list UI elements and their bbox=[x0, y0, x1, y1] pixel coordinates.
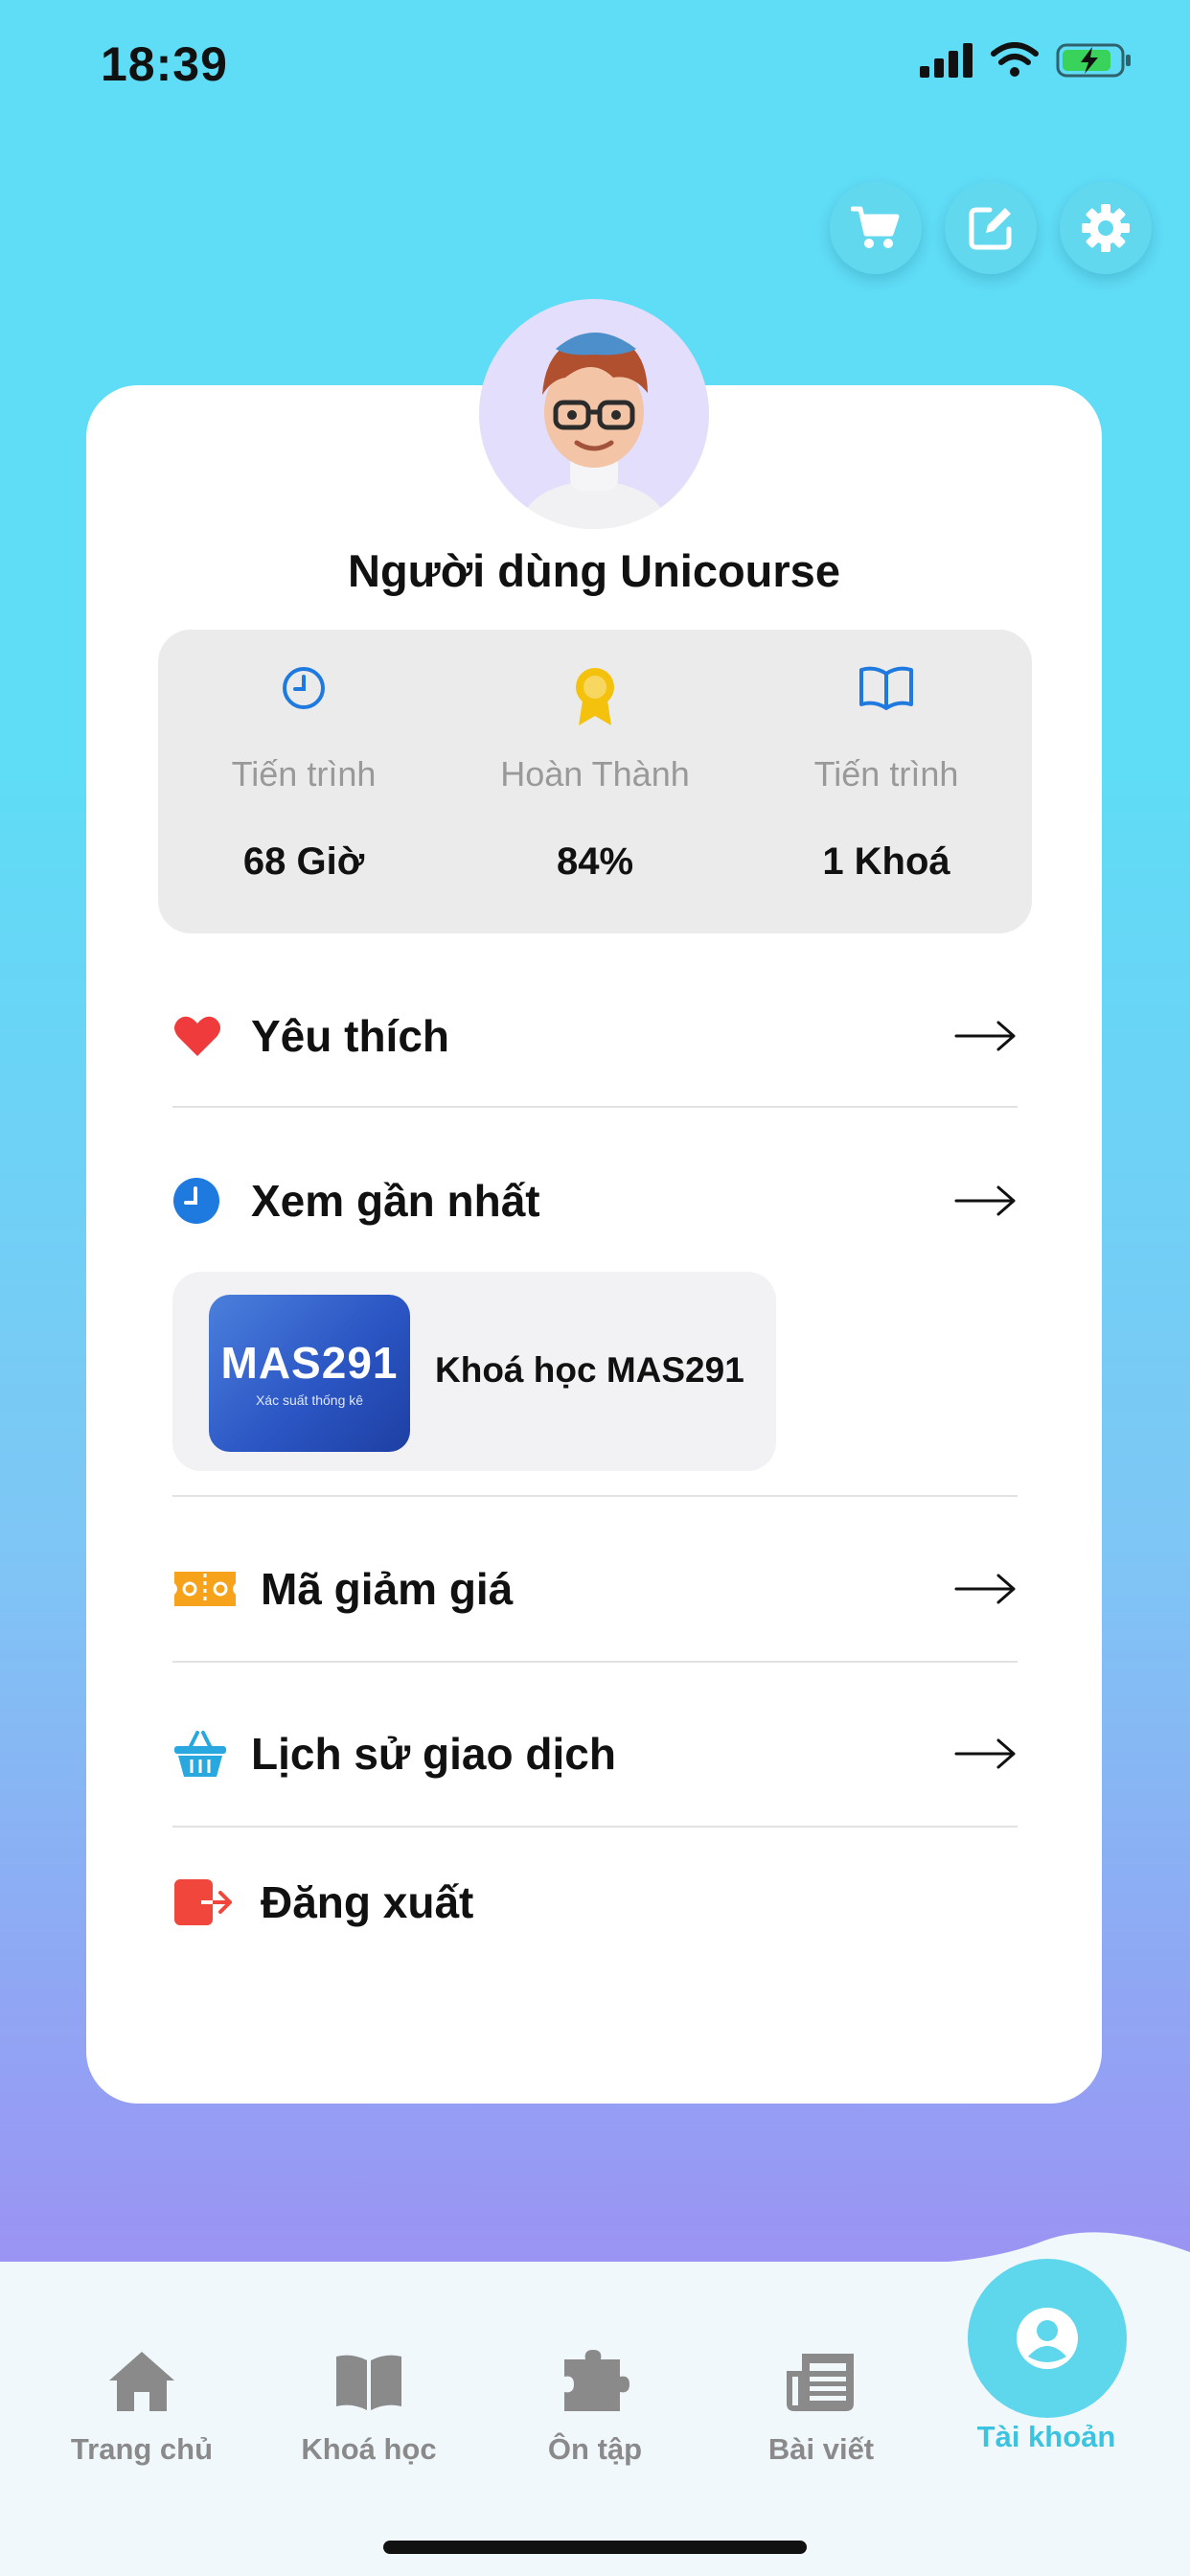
divider bbox=[172, 1106, 1018, 1108]
stat-label: Tiến trình bbox=[813, 754, 959, 794]
award-ribbon-icon bbox=[576, 668, 614, 725]
home-indicator bbox=[383, 2541, 807, 2554]
status-bar: 18:39 bbox=[0, 0, 1190, 134]
stats-panel: Tiến trình 68 Giờ Hoàn Thành 84% Tiến tr… bbox=[158, 630, 1032, 933]
gear-icon bbox=[1082, 204, 1130, 252]
cart-icon bbox=[851, 206, 900, 248]
arrow-right-icon bbox=[954, 1738, 1016, 1769]
stat-label: Hoàn Thành bbox=[500, 754, 690, 794]
newspaper-icon bbox=[787, 2354, 854, 2411]
status-icons bbox=[920, 42, 1133, 79]
status-time: 18:39 bbox=[101, 37, 228, 91]
cart-button[interactable] bbox=[830, 182, 922, 274]
user-icon bbox=[1017, 2308, 1078, 2369]
menu-label: Mã giảm giá bbox=[261, 1564, 514, 1614]
wifi-icon bbox=[991, 42, 1039, 77]
tab-label: Bài viết bbox=[767, 2432, 875, 2466]
logout-icon bbox=[174, 1879, 232, 1925]
stat-value: 1 Khoá bbox=[822, 840, 950, 883]
tab-home[interactable]: Trang chủ bbox=[46, 2338, 238, 2467]
divider bbox=[172, 1826, 1018, 1828]
stat-value: 84% bbox=[556, 840, 634, 883]
basket-icon bbox=[174, 1731, 226, 1777]
settings-button[interactable] bbox=[1060, 182, 1152, 274]
clock-icon bbox=[283, 667, 325, 709]
tab-articles[interactable]: Bài viết bbox=[725, 2338, 917, 2467]
stat-completion: Hoàn Thành 84% bbox=[449, 630, 741, 933]
home-icon bbox=[109, 2352, 174, 2411]
arrow-right-icon bbox=[954, 1021, 1016, 1051]
stat-courses: Tiến trình 1 Khoá bbox=[741, 630, 1032, 933]
clock-filled-icon bbox=[173, 1178, 219, 1224]
stat-label: Tiến trình bbox=[231, 754, 377, 794]
tab-review[interactable]: Ôn tập bbox=[499, 2338, 691, 2467]
coupon-icon bbox=[174, 1572, 236, 1606]
book-open-icon bbox=[859, 666, 913, 710]
thumbnail-subtitle: Xác suất thống kê bbox=[255, 1392, 364, 1408]
tab-account-label: Tài khoản bbox=[976, 2420, 1116, 2453]
divider bbox=[172, 1495, 1018, 1497]
menu-label: Xem gần nhất bbox=[251, 1176, 540, 1226]
menu-logout[interactable]: Đăng xuất bbox=[172, 1845, 1018, 1960]
arrow-right-icon bbox=[954, 1185, 1016, 1216]
tab-label: Ôn tập bbox=[547, 2432, 643, 2466]
tab-courses[interactable]: Khoá học bbox=[273, 2338, 465, 2467]
edit-icon bbox=[969, 207, 1012, 250]
menu-label: Đăng xuất bbox=[261, 1877, 474, 1927]
menu-transaction-history[interactable]: Lịch sử giao dịch bbox=[172, 1696, 1018, 1811]
recent-course-card[interactable]: MAS291 Xác suất thống kê Khoá học MAS291 bbox=[172, 1272, 776, 1471]
battery-charging-icon bbox=[1056, 43, 1131, 78]
divider bbox=[172, 1661, 1018, 1663]
avatar-illustration bbox=[522, 333, 666, 529]
signal-icon bbox=[920, 43, 973, 78]
tab-account[interactable] bbox=[968, 2259, 1127, 2418]
book-icon bbox=[336, 2355, 401, 2410]
recent-course-title: Khoá học MAS291 bbox=[435, 1350, 744, 1390]
tab-label: Khoá học bbox=[301, 2432, 437, 2466]
puzzle-icon bbox=[564, 2350, 629, 2411]
menu-coupons[interactable]: Mã giảm giá bbox=[172, 1531, 1018, 1646]
stat-value: 68 Giờ bbox=[242, 840, 365, 883]
username: Người dùng Unicourse bbox=[348, 545, 840, 596]
top-actions bbox=[830, 182, 1152, 274]
menu-favorites[interactable]: Yêu thích bbox=[172, 978, 1018, 1093]
course-thumbnail: MAS291 Xác suất thống kê bbox=[209, 1295, 410, 1452]
menu-label: Yêu thích bbox=[251, 1011, 450, 1061]
tab-label: Trang chủ bbox=[70, 2432, 214, 2466]
edit-button[interactable] bbox=[945, 182, 1037, 274]
menu-recent[interactable]: Xem gần nhất bbox=[172, 1143, 1018, 1258]
thumbnail-title: MAS291 bbox=[220, 1338, 399, 1388]
menu-label: Lịch sử giao dịch bbox=[251, 1729, 616, 1779]
arrow-right-icon bbox=[954, 1574, 1016, 1604]
heart-icon bbox=[174, 1016, 220, 1056]
stat-progress-hours: Tiến trình 68 Giờ bbox=[158, 630, 449, 933]
avatar[interactable] bbox=[479, 299, 709, 529]
